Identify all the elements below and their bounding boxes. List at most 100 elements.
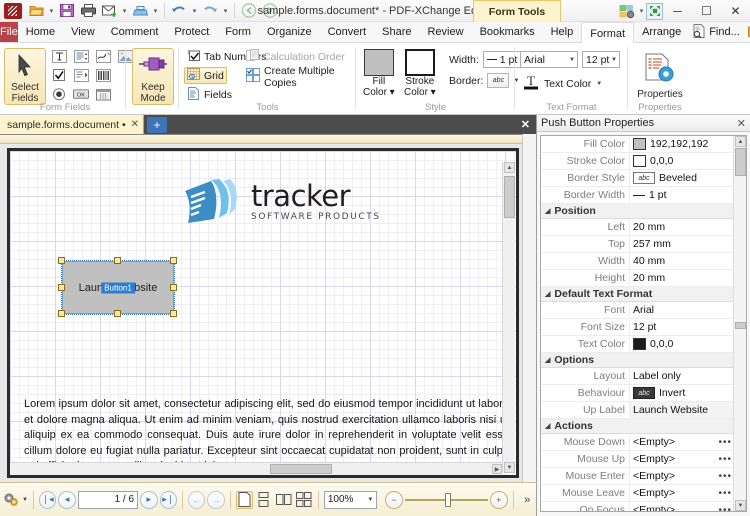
prev-page-button[interactable]: ◂ — [58, 490, 76, 509]
menu-item-file[interactable]: File — [0, 22, 18, 42]
zoom-slider[interactable] — [404, 492, 489, 507]
date-field-icon[interactable] — [94, 86, 112, 103]
property-value[interactable]: abc Beveled — [629, 170, 746, 186]
push-button-field[interactable]: Launch Website Button1 — [61, 260, 175, 315]
property-row[interactable]: Mouse Down <Empty> ••• — [541, 434, 746, 451]
email-dropdown-arrow[interactable]: ▾ — [120, 1, 129, 20]
navigate-back-button[interactable]: ← — [188, 490, 206, 509]
text-field-icon[interactable] — [50, 48, 68, 65]
view-mode-single-page-button[interactable] — [235, 490, 254, 509]
view-mode-two-pages-continuous-button[interactable] — [295, 491, 313, 509]
menu-item-arrange[interactable]: Arrange — [634, 22, 689, 42]
scroll-up-button[interactable]: ▲ — [735, 136, 746, 147]
property-row[interactable]: Left 20 mm — [541, 219, 746, 236]
property-row[interactable]: Fill Color 192,192,192 — [541, 136, 746, 153]
stroke-color-button[interactable]: Stroke Color ▾ — [404, 49, 436, 98]
resize-handle-e[interactable] — [170, 284, 177, 291]
close-all-tabs-button[interactable]: ✕ — [521, 118, 530, 131]
context-tab-form-tools[interactable]: Form Tools — [473, 0, 561, 22]
property-row[interactable]: Width 40 mm — [541, 253, 746, 270]
open-dropdown-arrow[interactable]: ▾ — [47, 1, 56, 20]
navigate-forward-button[interactable]: → — [207, 490, 225, 509]
property-row[interactable]: Stroke Color 0,0,0 — [541, 153, 746, 170]
property-value[interactable]: 20 mm — [629, 219, 746, 235]
property-row[interactable]: Top 257 mm — [541, 236, 746, 253]
property-row[interactable]: On Focus <Empty> ••• — [541, 502, 746, 511]
resize-handle-se[interactable] — [170, 310, 177, 317]
scroll-up-button[interactable]: ▲ — [504, 162, 515, 173]
fullscreen-icon[interactable] — [646, 2, 663, 20]
menu-item-help[interactable]: Help — [543, 22, 582, 42]
property-row[interactable]: Border Width 1 pt — [541, 187, 746, 204]
property-value[interactable]: 20 mm — [629, 270, 746, 286]
open-icon[interactable] — [26, 1, 46, 20]
property-value[interactable]: Label only — [629, 368, 746, 384]
scrollbar-thumb[interactable] — [735, 148, 746, 176]
property-value[interactable]: <Empty> ••• — [629, 434, 746, 450]
scrollbar-thumb-secondary[interactable] — [735, 322, 746, 329]
scan-dropdown-arrow[interactable]: ▾ — [151, 1, 160, 20]
push-button-icon[interactable]: OK — [72, 86, 90, 103]
last-page-button[interactable]: ▸❘ — [159, 490, 178, 509]
panel-splitter[interactable] — [522, 134, 536, 482]
fields-button[interactable]: Fields — [184, 86, 235, 103]
zoom-level-select[interactable]: 100% ▼ — [323, 490, 378, 509]
resize-handle-nw[interactable] — [58, 257, 65, 264]
property-value[interactable]: <Empty> ••• — [629, 485, 746, 501]
find-button[interactable]: Find... — [689, 23, 743, 41]
check-box-icon[interactable] — [50, 67, 68, 84]
property-value[interactable]: 12 pt — [629, 319, 746, 335]
property-value[interactable]: abc Invert — [629, 385, 746, 401]
property-row[interactable]: Font Size 12 pt — [541, 319, 746, 336]
property-row[interactable]: Mouse Enter <Empty> ••• — [541, 468, 746, 485]
properties-button[interactable]: Properties — [635, 48, 685, 103]
resize-handle-sw[interactable] — [58, 310, 65, 317]
property-value[interactable]: Arial — [629, 302, 746, 318]
property-value[interactable]: 40 mm — [629, 253, 746, 269]
menu-item-view[interactable]: View — [63, 22, 103, 42]
scroll-down-button[interactable]: ▼ — [504, 462, 515, 473]
page-number-input[interactable]: 1 / 6 — [77, 490, 139, 509]
scroll-down-button[interactable]: ▼ — [735, 500, 746, 511]
zoom-slider-thumb[interactable] — [444, 492, 451, 507]
menu-item-bookmarks[interactable]: Bookmarks — [472, 22, 543, 42]
property-row[interactable]: Behaviour abc Invert — [541, 385, 746, 402]
list-box-icon[interactable] — [72, 48, 90, 65]
property-group-header[interactable]: ◢ Actions — [541, 419, 746, 434]
menu-item-form[interactable]: Form — [217, 22, 259, 42]
scrollbar-thumb[interactable] — [504, 176, 515, 218]
barcode-icon[interactable] — [94, 67, 112, 84]
scroll-right-button[interactable]: ▶ — [492, 464, 502, 474]
minimize-button[interactable]: ─ — [663, 1, 692, 22]
pdf-page[interactable]: tracker SOFTWARE PRODUCTS Launch Website… — [7, 148, 519, 478]
save-icon[interactable] — [57, 1, 77, 20]
document-tab[interactable]: sample.forms.document • ✕ — [0, 115, 145, 134]
property-value[interactable]: 0,0,0 — [629, 153, 746, 169]
property-row[interactable]: Height 20 mm — [541, 270, 746, 287]
customize-dropdown-arrow[interactable]: ▾ — [637, 2, 646, 21]
property-row[interactable]: Mouse Up <Empty> ••• — [541, 451, 746, 468]
property-value[interactable]: 0,0,0 — [629, 336, 746, 352]
scrollbar-thumb[interactable] — [270, 464, 332, 474]
property-value[interactable]: 257 mm — [629, 236, 746, 252]
expand-status-bar-button[interactable]: » — [518, 491, 535, 509]
menu-item-convert[interactable]: Convert — [320, 22, 375, 42]
radio-button-icon[interactable] — [50, 86, 68, 103]
menu-item-protect[interactable]: Protect — [166, 22, 217, 42]
property-value[interactable]: <Empty> ••• — [629, 451, 746, 467]
resize-handle-n[interactable] — [114, 257, 121, 264]
text-color-button[interactable]: T Text Color ▼ — [520, 73, 605, 92]
property-group-header[interactable]: ◢ Options — [541, 353, 746, 368]
property-value[interactable]: 1 pt — [629, 187, 746, 203]
create-multiple-copies-button[interactable]: Create Multiple Copies — [243, 65, 355, 89]
next-page-button[interactable]: ▸ — [140, 490, 158, 509]
email-icon[interactable] — [99, 1, 119, 20]
property-group-header[interactable]: ◢ Position — [541, 204, 746, 219]
menu-item-home[interactable]: Home — [18, 22, 63, 42]
page-vertical-scrollbar[interactable]: ▲ ▼ — [502, 162, 515, 473]
undo-icon[interactable] — [169, 1, 189, 20]
first-page-button[interactable]: ❘◂ — [38, 490, 57, 509]
redo-icon[interactable] — [200, 1, 220, 20]
keep-mode-button[interactable]: Keep Mode — [132, 48, 174, 105]
zoom-out-button[interactable]: − — [385, 490, 403, 509]
